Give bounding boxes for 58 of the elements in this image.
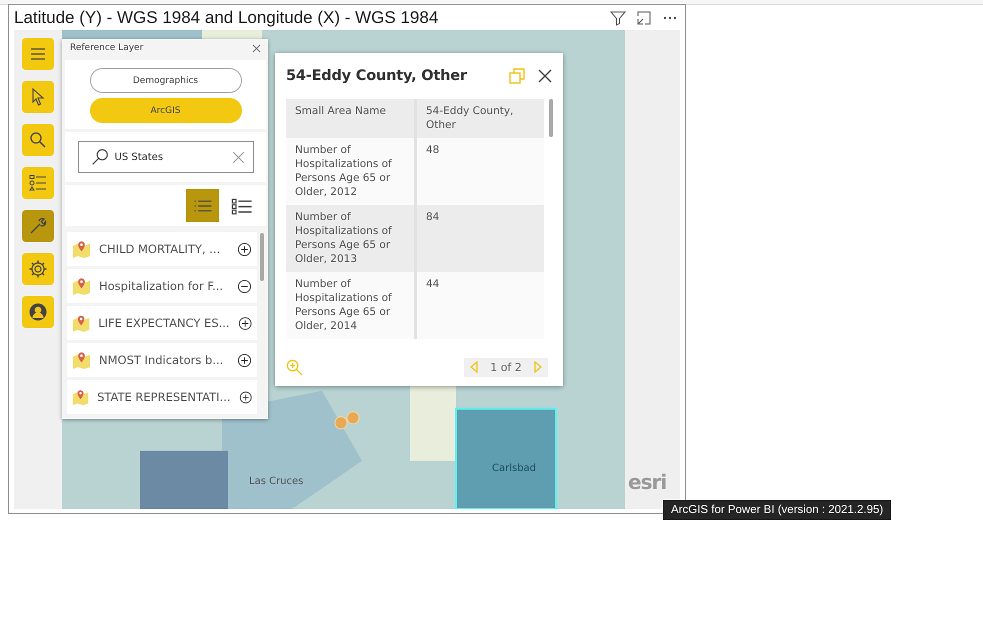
tool-button[interactable] [22, 253, 54, 285]
focus-mode-icon[interactable] [636, 10, 652, 26]
layer-item[interactable]: CHILD MORTALITY, ... [67, 232, 257, 266]
tool-button[interactable] [22, 167, 54, 199]
source-toggle[interactable]: Demographics [90, 68, 242, 93]
popup-title: 54-Eddy County, Other [286, 68, 468, 84]
tool-button[interactable] [22, 296, 54, 328]
map-layer-icon [72, 314, 90, 332]
layer-name: STATE REPRESENTATI... [97, 390, 231, 404]
wrench-icon [28, 216, 48, 236]
close-icon[interactable] [252, 44, 261, 52]
view-toggle[interactable] [186, 189, 219, 222]
layer-name: NMOST Indicators b... [99, 353, 224, 367]
field-value: 44 [425, 277, 440, 292]
add-icon[interactable] [237, 242, 252, 256]
visual-title: Latitude (Y) - WGS 1984 and Longitude (X) - WGS 1984 [14, 8, 438, 28]
map-layer-icon [72, 240, 91, 258]
field-value: 48 [425, 143, 440, 158]
map-label: Carlsbad [492, 463, 536, 474]
add-icon[interactable] [238, 390, 252, 404]
user-icon [28, 302, 48, 322]
page-count: 1 of 2 [490, 360, 522, 374]
layer-item[interactable]: LIFE EXPECTANCY ES... [67, 306, 257, 340]
search-icon [28, 130, 48, 150]
remove-icon[interactable] [237, 278, 252, 294]
map-logo: esri [628, 470, 666, 494]
layer-item[interactable]: STATE REPRESENTATI... [67, 380, 257, 414]
map-region [202, 30, 262, 40]
tool-button[interactable] [22, 81, 54, 113]
source-toggle[interactable]: ArcGIS [90, 98, 242, 123]
search-field[interactable]: US States [78, 141, 254, 173]
map-layer-icon [72, 388, 90, 406]
clear-icon[interactable] [232, 150, 244, 164]
layer-name: CHILD MORTALITY, ... [99, 242, 222, 256]
layer-item[interactable]: NMOST Indicators b... [67, 343, 257, 377]
field-value: 84 [425, 210, 440, 225]
legend-icon [28, 173, 48, 193]
map-layer-icon [72, 350, 91, 370]
tool-button[interactable] [22, 38, 54, 70]
layer-name: LIFE EXPECTANCY ES... [98, 316, 230, 330]
panel-title: Reference Layer [70, 43, 144, 53]
layer-item[interactable]: Hospitalization for F... [67, 269, 257, 303]
filter-icon[interactable] [610, 10, 626, 26]
map-label: Las Cruces [249, 476, 304, 487]
layer-name: Hospitalization for F... [99, 279, 224, 293]
tool-button[interactable] [22, 124, 54, 156]
scrollbar[interactable] [260, 233, 264, 281]
version-tooltip: ArcGIS for Power BI (version : 2021.2.95) [663, 500, 892, 520]
field-label: Number of Hospitalizations of Persons Age 65 or Older, 2014 [286, 272, 417, 339]
scrollbar[interactable] [549, 99, 553, 137]
close-icon[interactable] [537, 68, 553, 84]
map-layer-icon [72, 276, 91, 296]
tool-button[interactable] [22, 210, 54, 242]
add-icon[interactable] [237, 352, 252, 368]
field-value: 54-Eddy County, Other [425, 104, 514, 133]
add-icon[interactable] [238, 316, 252, 330]
settings-icon [28, 259, 48, 279]
search-icon [90, 148, 108, 166]
